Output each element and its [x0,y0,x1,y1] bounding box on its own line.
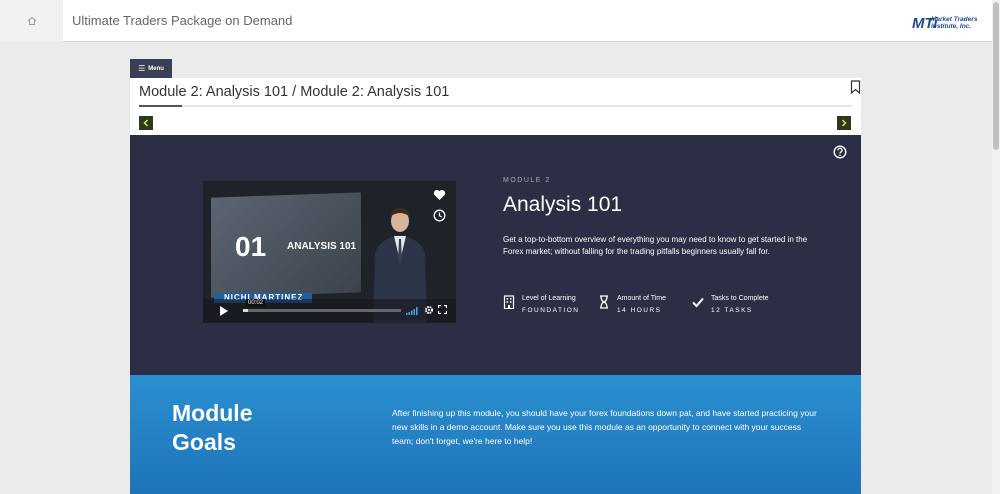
previous-button[interactable] [139,116,153,130]
hourglass-icon [600,295,608,309]
next-button[interactable] [837,116,851,130]
clock-icon[interactable] [433,209,446,222]
video-current-time: 00:02 [246,299,266,307]
heart-icon[interactable] [433,189,446,201]
company-logo[interactable]: MTi Market Traders Institute, Inc. [912,13,982,35]
checkmark-icon [692,297,704,308]
module-hero: 01 ANALYSIS 101 NICHI MARTINEZ 00:02 MOD… [130,135,861,375]
scrollbar-thumb[interactable] [993,2,999,150]
home-icon [27,16,36,25]
module-label: MODULE 2 [503,177,551,184]
help-icon[interactable] [833,145,847,159]
stat-value: FOUNDATION [522,307,580,314]
video-slide-title: ANALYSIS 101 [287,241,357,252]
progress-fill [139,105,182,107]
stat-label: Tasks to Complete [711,295,769,302]
module-goals-section: Module Goals After finishing up this mod… [130,375,861,494]
app-title: Ultimate Traders Package on Demand [72,13,293,28]
stat-value: 14 HOURS [617,307,662,314]
logo-text: Market Traders Institute, Inc. [931,16,978,30]
stat-value: 12 TASKS [711,307,753,314]
breadcrumb: Module 2: Analysis 101 / Module 2: Analy… [139,84,450,100]
hamburger-icon: ☰ [138,63,146,73]
chevron-left-icon [143,119,149,127]
module-progress-bar [139,105,852,107]
bookmark-icon[interactable] [850,80,861,94]
play-icon[interactable] [219,305,229,317]
content-panel: Module 2: Analysis 101 / Module 2: Analy… [130,78,861,494]
top-bar: Ultimate Traders Package on Demand MTi M… [0,0,992,42]
module-description: Get a top-to-bottom overview of everythi… [503,235,808,256]
stat-label: Amount of Time [617,295,667,302]
home-button[interactable] [0,0,63,42]
video-scrubber-fill [243,309,248,312]
goals-text: After finishing up this module, you shou… [392,408,817,446]
video-scrubber[interactable] [243,309,401,312]
page-scrollbar[interactable] [992,0,1000,494]
goals-title: Module Goals [172,400,253,455]
stat-label: Level of Learning [522,295,576,302]
video-controls: 00:02 [203,299,456,323]
chevron-right-icon [841,119,847,127]
video-slide-number: 01 [235,231,267,262]
fullscreen-icon[interactable] [438,305,447,314]
gear-icon[interactable] [424,305,434,315]
volume-icon[interactable] [406,307,418,315]
video-player[interactable]: 01 ANALYSIS 101 NICHI MARTINEZ 00:02 [203,181,456,323]
building-icon [503,295,515,309]
menu-button[interactable]: ☰ Menu [130,59,172,78]
module-title: Analysis 101 [503,193,623,216]
menu-label: Menu [148,65,164,72]
